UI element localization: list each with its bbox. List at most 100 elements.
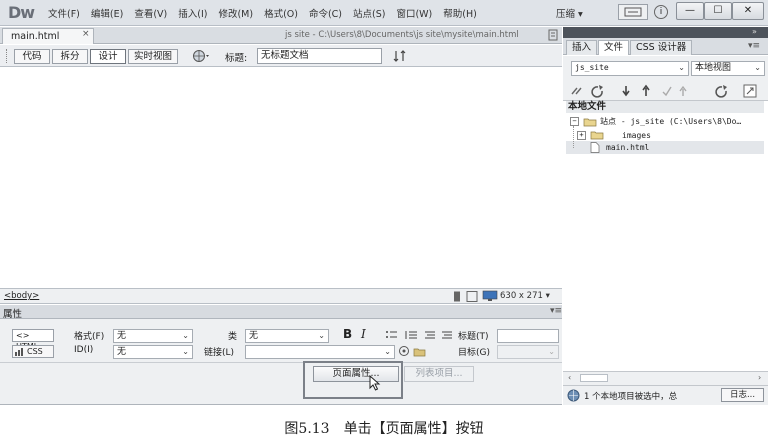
dreamweaver-logo: Dw [8, 3, 35, 22]
site-status-icon [567, 389, 580, 402]
body-tag-selector[interactable]: <body> [4, 291, 39, 301]
log-button[interactable]: 日志... [721, 388, 764, 402]
info-icon[interactable]: i [654, 5, 668, 19]
target-select[interactable]: ⌄ [497, 345, 559, 359]
view-select-value: 本地视图 [695, 63, 732, 73]
menu-format[interactable]: 格式(O) [264, 6, 298, 20]
tab-files[interactable]: 文件 [598, 40, 630, 55]
menu-insert[interactable]: 插入(I) [178, 6, 207, 20]
design-canvas[interactable] [0, 67, 562, 289]
chevron-down-icon: ⌄ [548, 347, 555, 356]
class-label: 类 [228, 332, 238, 342]
mouse-cursor-icon [368, 375, 382, 393]
format-select[interactable]: 无 ⌄ [113, 329, 193, 343]
put-files-icon[interactable] [642, 84, 650, 96]
desktop-size-icon[interactable] [482, 290, 498, 302]
menu-help[interactable]: 帮助(H) [443, 6, 477, 20]
tab-insert[interactable]: 插入 [566, 40, 598, 55]
figure-caption: 图5.13 单击【页面属性】按钮 [284, 421, 484, 437]
file-management-icon[interactable] [392, 49, 408, 63]
site-select-value: js_site [575, 63, 609, 72]
check-out-icon[interactable] [662, 86, 672, 97]
scroll-left-icon[interactable]: ‹ [568, 373, 571, 382]
html-file-icon [590, 142, 600, 153]
window-size-menu[interactable]: 630 x 271 ▾ [500, 291, 550, 301]
site-select[interactable]: js_site ⌄ [571, 61, 689, 76]
chevron-down-icon: ⌄ [182, 347, 189, 356]
panel-options-icon[interactable]: ▾≡ [748, 41, 760, 51]
synchronize-icon[interactable] [715, 85, 727, 98]
menu-commands[interactable]: 命令(C) [309, 6, 342, 20]
title-attr-input[interactable] [497, 329, 559, 343]
link-input[interactable]: ⌄ [245, 345, 395, 359]
italic-button[interactable]: I [361, 327, 366, 341]
html-mode-button[interactable]: <> HTML [12, 329, 54, 351]
refresh-icon[interactable] [591, 85, 603, 98]
main-html-label: main.html [606, 143, 650, 152]
class-value: 无 [249, 331, 259, 341]
collapse-panel-icon[interactable]: » [752, 27, 757, 36]
preview-browser-icon[interactable] [192, 49, 212, 63]
check-in-icon[interactable] [679, 85, 687, 96]
document-tab[interactable]: main.html [2, 28, 94, 44]
class-select[interactable]: 无 ⌄ [245, 329, 329, 343]
folder-icon [590, 131, 604, 140]
indent-icon[interactable] [442, 331, 452, 339]
close-button[interactable]: ✕ [732, 2, 764, 20]
list-item-button[interactable]: 列表项目... [404, 366, 474, 382]
chevron-down-icon: ⌄ [384, 347, 391, 356]
code-view-button[interactable]: 代码 [14, 49, 50, 64]
sync-settings-icon[interactable] [618, 4, 648, 20]
expand-panel-icon[interactable] [743, 84, 757, 98]
close-tab-icon[interactable]: × [82, 29, 90, 39]
view-select[interactable]: 本地视图 ⌄ [691, 61, 765, 76]
tablet-size-icon[interactable] [466, 291, 478, 302]
tab-css-designer[interactable]: CSS 设计器 [630, 40, 693, 55]
menu-site[interactable]: 站点(S) [353, 6, 385, 20]
menu-window[interactable]: 窗口(W) [396, 6, 432, 20]
workspace-layout-switcher[interactable]: 压缩 ▾ [556, 6, 583, 20]
chevron-down-icon: ⌄ [678, 63, 685, 72]
scroll-right-icon[interactable]: › [758, 373, 761, 382]
minimize-button[interactable]: — [676, 2, 704, 20]
ordered-list-icon[interactable] [405, 331, 417, 339]
images-folder-label: images [622, 130, 651, 140]
site-root-label: 站点 - js_site (C:\Users\8\Do… [600, 117, 742, 126]
id-select[interactable]: 无 ⌄ [113, 345, 193, 359]
tree-row-main-html-content: main.html [590, 142, 649, 153]
maximize-button[interactable]: ☐ [704, 2, 732, 20]
menu-edit[interactable]: 编辑(E) [91, 6, 123, 20]
connect-icon[interactable] [571, 87, 582, 95]
expand-toggle-icon[interactable]: + [577, 130, 586, 140]
css-icon [15, 348, 24, 356]
bold-button[interactable]: B [343, 327, 352, 341]
title-input[interactable]: 无标题文档 [257, 48, 382, 64]
browse-folder-icon[interactable] [413, 346, 426, 357]
path-options-icon[interactable] [548, 29, 558, 41]
menu-view[interactable]: 查看(V) [134, 6, 167, 20]
document-path: js site - C:\Users\8\Documents\js site\m… [285, 30, 519, 40]
get-files-icon[interactable] [622, 86, 630, 97]
menu-file[interactable]: 文件(F) [48, 6, 80, 20]
tree-row-images[interactable]: + images [577, 130, 651, 140]
id-label: ID(I) [74, 345, 94, 355]
collapse-toggle-icon[interactable]: − [570, 117, 579, 126]
id-value: 无 [117, 347, 127, 357]
scrollbar-thumb[interactable] [580, 374, 608, 382]
highlight-frame [303, 361, 403, 399]
panel-menu-icon[interactable]: ▾≡ [550, 306, 562, 316]
main-menu: 文件(F) 编辑(E) 查看(V) 插入(I) 修改(M) 格式(O) 命令(C… [48, 6, 488, 20]
toolbar-grip[interactable] [6, 49, 9, 63]
live-view-button[interactable]: 实时视图 [128, 49, 178, 64]
design-view-button[interactable]: 设计 [90, 49, 126, 64]
point-to-file-icon[interactable] [398, 345, 410, 357]
outdent-icon[interactable] [425, 331, 435, 339]
tree-row-site[interactable]: − 站点 - js_site (C:\Users\8\Do… [570, 116, 741, 127]
format-label: 格式(F) [74, 332, 105, 342]
properties-title: 属性 [3, 309, 23, 320]
title-label: 标题: [225, 53, 248, 64]
split-view-button[interactable]: 拆分 [52, 49, 88, 64]
menu-modify[interactable]: 修改(M) [218, 6, 253, 20]
unordered-list-icon[interactable] [386, 331, 397, 338]
mobile-size-icon[interactable] [452, 291, 462, 302]
